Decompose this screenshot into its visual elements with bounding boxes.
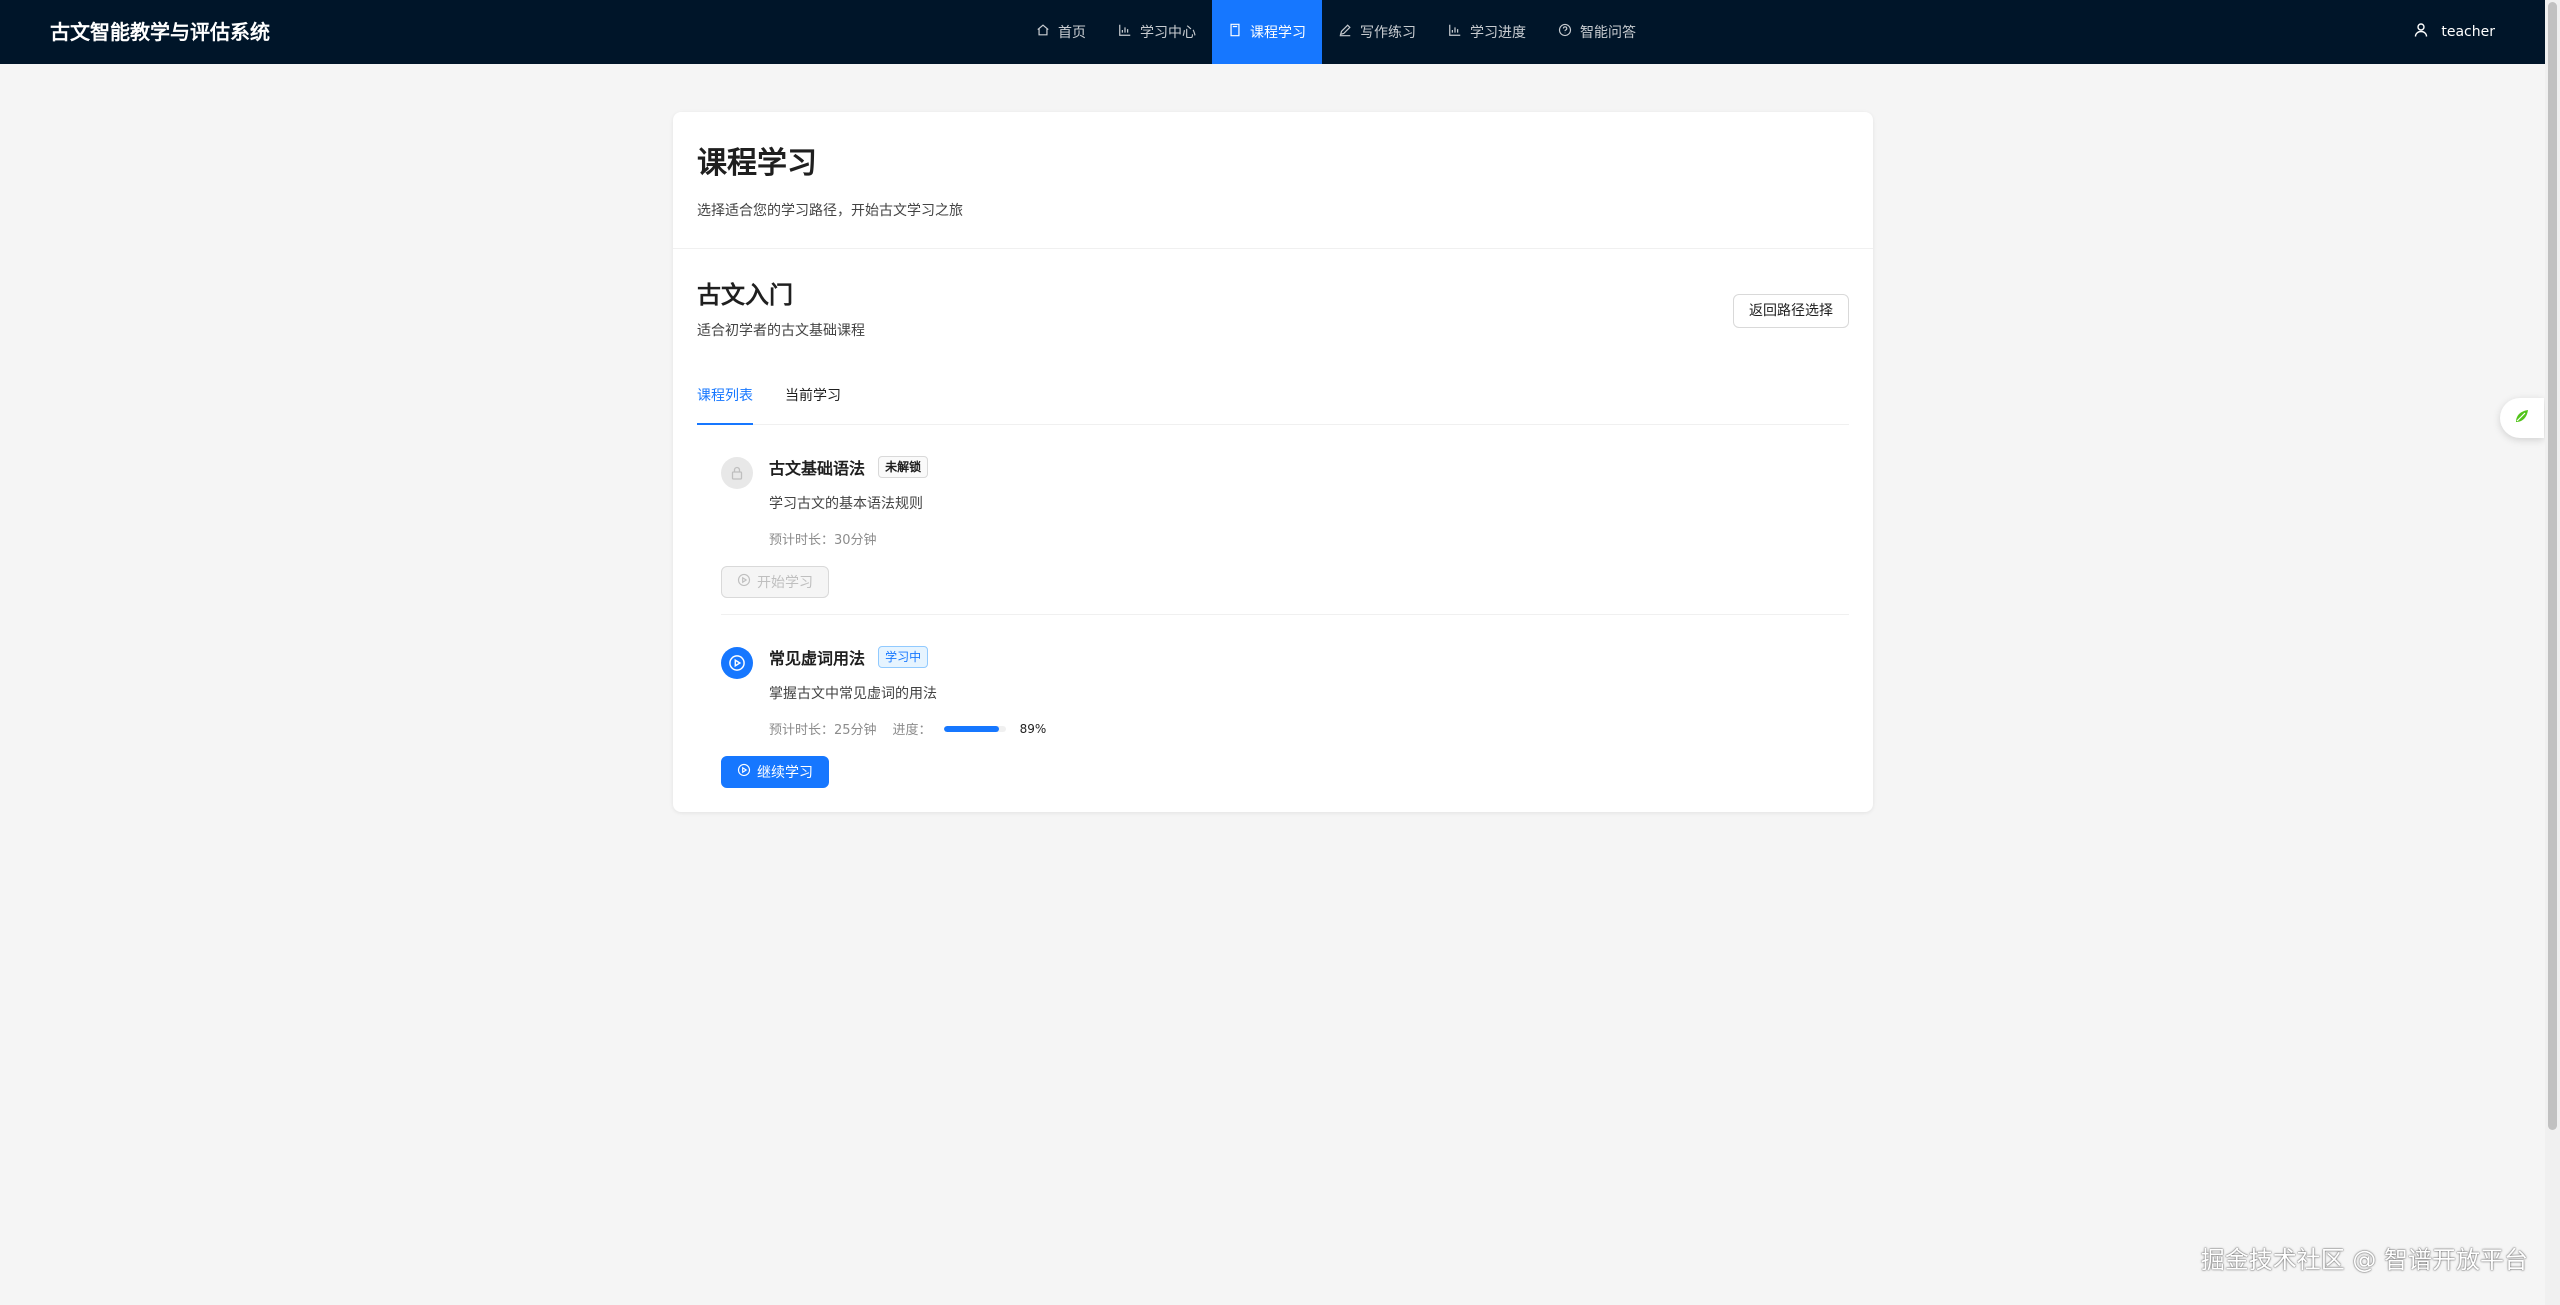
button-label: 开始学习: [757, 575, 813, 591]
page-header: 课程学习 选择适合您的学习路径，开始古文学习之旅: [673, 112, 1873, 249]
leaf-logo-icon: [2512, 406, 2532, 430]
nav-label: 学习进度: [1470, 25, 1526, 41]
nav-label: 写作练习: [1360, 25, 1416, 41]
tab-course-list[interactable]: 课程列表: [697, 382, 753, 425]
progress-bar: [943, 725, 1006, 732]
status-badge: 未解锁: [878, 456, 929, 478]
bar-chart-icon: [1118, 23, 1132, 41]
course-duration: 预计时长：30分钟: [769, 533, 877, 548]
course-item: 常见虚词用法 学习中 掌握古文中常见虚词的用法 预计时长：25分钟 进度： 89…: [721, 615, 1849, 804]
progress-fill: [943, 725, 999, 732]
nav-item-course-study[interactable]: 课程学习: [1212, 0, 1322, 64]
book-icon: [1228, 23, 1242, 41]
nav-item-learning-center[interactable]: 学习中心: [1102, 0, 1212, 64]
status-badge: 学习中: [878, 646, 929, 668]
progress-label: 进度：: [892, 723, 932, 738]
course-tabs: 课程列表 当前学习: [697, 382, 1849, 425]
nav-item-writing-practice[interactable]: 写作练习: [1322, 0, 1432, 64]
play-circle-icon: [721, 647, 753, 679]
main-nav: 首页 学习中心 课程学习 写作练习 学习进度 智能问答: [1020, 0, 1652, 64]
page-subtitle: 选择适合您的学习路径，开始古文学习之旅: [697, 203, 963, 219]
watermark: 掘金技术社区 @ 智谱开放平台: [2200, 1246, 2528, 1274]
user-menu[interactable]: teacher: [2413, 0, 2495, 64]
bar-chart-icon: [1448, 23, 1462, 41]
edit-icon: [1338, 23, 1352, 41]
start-study-button[interactable]: 开始学习: [721, 566, 829, 598]
home-icon: [1036, 23, 1050, 41]
path-title: 古文入门: [697, 281, 793, 309]
app-title: 古文智能教学与评估系统: [50, 20, 270, 44]
nav-label: 学习中心: [1140, 25, 1196, 41]
course-name: 常见虚词用法: [769, 649, 866, 668]
course-description: 学习古文的基本语法规则: [769, 496, 923, 512]
course-duration: 预计时长：25分钟: [769, 723, 877, 738]
user-icon: [2413, 22, 2429, 42]
username: teacher: [2441, 24, 2495, 40]
nav-label: 课程学习: [1250, 25, 1306, 41]
nav-label: 智能问答: [1580, 25, 1636, 41]
course-description: 掌握古文中常见虚词的用法: [769, 686, 937, 702]
path-section: 古文入门 适合初学者的古文基础课程 返回路径选择 课程列表 当前学习 古文基础语…: [673, 249, 1873, 804]
progress-percent: 89%: [1019, 721, 1047, 736]
nav-item-home[interactable]: 首页: [1020, 0, 1102, 64]
back-to-path-button[interactable]: 返回路径选择: [1733, 294, 1849, 328]
lock-icon: [721, 457, 753, 489]
button-label: 继续学习: [757, 765, 813, 781]
play-circle-icon: [737, 573, 751, 591]
play-circle-icon: [737, 763, 751, 781]
nav-item-learning-progress[interactable]: 学习进度: [1432, 0, 1542, 64]
scrollbar-thumb[interactable]: [2548, 2, 2557, 1130]
assistant-float-button[interactable]: [2500, 398, 2544, 438]
path-subtitle: 适合初学者的古文基础课程: [697, 323, 865, 339]
course-meta: 预计时长：30分钟: [769, 529, 1849, 548]
nav-label: 首页: [1058, 25, 1086, 41]
nav-item-smart-qa[interactable]: 智能问答: [1542, 0, 1652, 64]
question-circle-icon: [1558, 23, 1572, 41]
course-name: 古文基础语法: [769, 459, 866, 478]
course-meta: 预计时长：25分钟 进度： 89%: [769, 719, 1849, 739]
continue-study-button[interactable]: 继续学习: [721, 756, 829, 788]
tab-current-study[interactable]: 当前学习: [785, 382, 841, 424]
top-navbar: 古文智能教学与评估系统 首页 学习中心 课程学习 写作练习 学习进度 智能问答 …: [0, 0, 2545, 64]
page-scrollbar[interactable]: [2545, 0, 2560, 1305]
course-item: 古文基础语法 未解锁 学习古文的基本语法规则 预计时长：30分钟 开始学习: [721, 425, 1849, 615]
page-title: 课程学习: [697, 146, 817, 181]
course-card: 课程学习 选择适合您的学习路径，开始古文学习之旅 古文入门 适合初学者的古文基础…: [673, 112, 1873, 812]
